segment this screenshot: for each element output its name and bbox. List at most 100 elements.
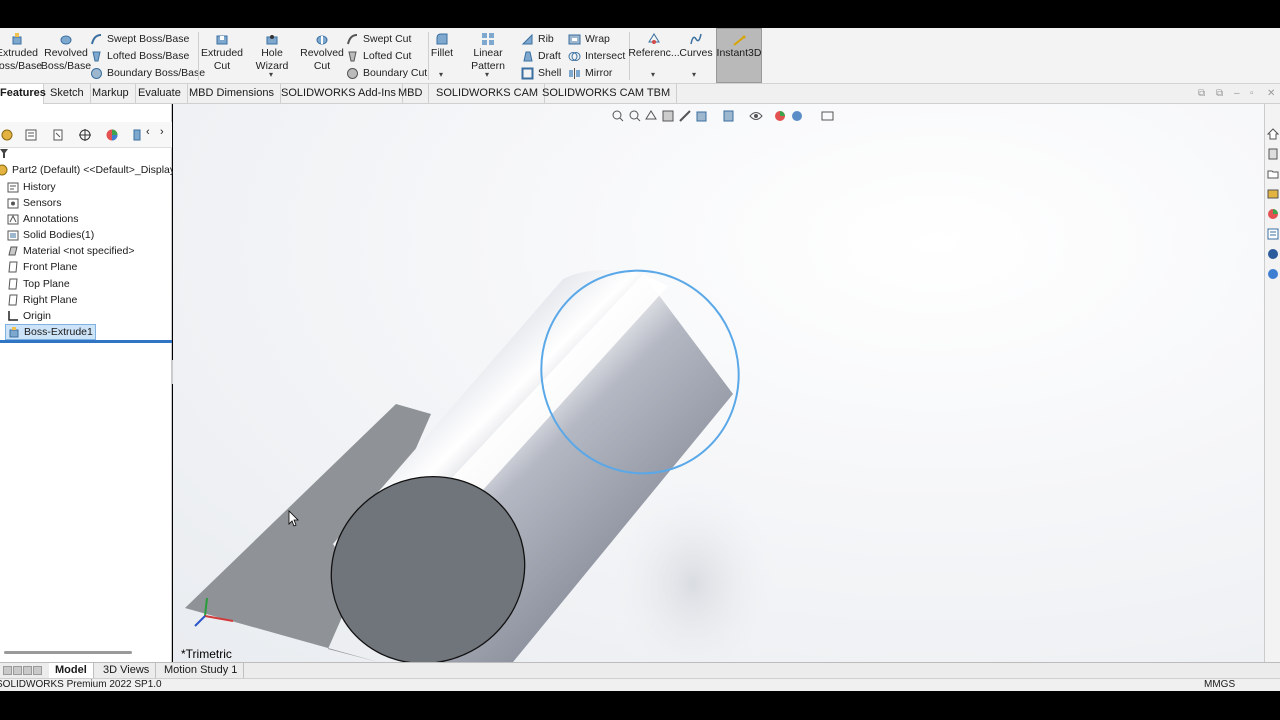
tree-item-top-plane[interactable]: Top Plane <box>7 276 70 292</box>
model-canvas <box>185 269 783 662</box>
tree-item-annotations[interactable]: Annotations <box>7 211 78 227</box>
custom-properties-icon[interactable] <box>1267 228 1279 240</box>
unit-system-selector[interactable]: MMGS <box>1204 679 1235 690</box>
mirror-label: Mirror <box>585 67 613 79</box>
revolved-cut-button[interactable]: Revolved Cut <box>300 32 344 73</box>
tree-item-material[interactable]: Material <not specified> <box>7 243 134 259</box>
lofted-boss-button[interactable]: Lofted Boss/Base <box>90 48 189 64</box>
minimize-icon[interactable]: – <box>1234 88 1240 99</box>
fillet-button[interactable]: Fillet <box>430 32 454 60</box>
tab-evaluate[interactable]: Evaluate <box>132 84 188 104</box>
tree-item-history[interactable]: History <box>7 179 56 195</box>
swept-cut-label: Swept Cut <box>363 33 412 45</box>
linear-pattern-dropdown[interactable]: ▾ <box>485 70 489 79</box>
title-bar-area <box>0 0 1280 28</box>
linear-pattern-button[interactable]: Linear Pattern <box>457 32 519 73</box>
tab-solidworks-add-ins[interactable]: SOLIDWORKS Add-Ins <box>275 84 403 104</box>
tree-item-solid-bodies[interactable]: Solid Bodies(1) <box>7 227 94 243</box>
curves-dropdown[interactable]: ▾ <box>692 70 696 79</box>
draft-button[interactable]: Draft <box>521 48 561 64</box>
tree-item-right-plane[interactable]: Right Plane <box>7 292 77 308</box>
boundary-boss-button[interactable]: Boundary Boss/Base <box>90 65 205 81</box>
rib-button[interactable]: Rib <box>521 31 554 47</box>
swept-boss-button[interactable]: Swept Boss/Base <box>90 31 189 47</box>
dimxpert-icon[interactable] <box>78 128 92 142</box>
curves-button[interactable]: Curves <box>679 32 713 60</box>
filter-icon <box>0 149 8 158</box>
configuration-manager-icon[interactable] <box>51 128 65 142</box>
hole-wizard-button[interactable]: Hole Wizard <box>245 32 299 73</box>
boundary-cut-button[interactable]: Boundary Cut <box>346 65 427 81</box>
tree-item-label: Front Plane <box>23 261 78 273</box>
tab-solidworks-cam[interactable]: SOLIDWORKS CAM <box>430 84 546 104</box>
previous-tab-arrow-icon[interactable] <box>13 666 22 675</box>
property-manager-icon[interactable] <box>24 128 38 142</box>
feature-manager-icon[interactable] <box>0 128 14 142</box>
task-pane-strip <box>1264 104 1280 662</box>
lofted-cut-button[interactable]: Lofted Cut <box>346 48 411 64</box>
display-manager-icon[interactable] <box>105 128 119 142</box>
cam-manager-icon[interactable] <box>131 128 145 142</box>
tab-solidworks-cam-tbm[interactable]: SOLIDWORKS CAM TBM <box>536 84 678 104</box>
tree-item-front-plane[interactable]: Front Plane <box>7 259 77 275</box>
tab-sketch[interactable]: Sketch <box>44 84 91 104</box>
tree-root-part[interactable]: Part2 (Default) <<Default>_Display S <box>0 162 185 178</box>
chevron-right-icon[interactable]: › <box>160 126 174 140</box>
tab-model[interactable]: Model <box>49 663 94 679</box>
reference-geometry-button[interactable]: Referenc... <box>628 32 680 60</box>
tab-markup[interactable]: Markup <box>86 84 136 104</box>
history-folder-icon <box>7 182 19 193</box>
tile-icon[interactable]: ⧉ <box>1216 88 1223 99</box>
plane-icon <box>8 294 18 306</box>
tab-motion-study-1[interactable]: Motion Study 1 <box>158 663 245 679</box>
tree-item-label: Origin <box>23 310 52 322</box>
graphics-area[interactable]: *Trimetric <box>173 104 1264 662</box>
origin-icon <box>8 311 18 321</box>
shell-button[interactable]: Shell <box>521 65 561 81</box>
instant3d-button[interactable]: Instant3D <box>716 28 762 83</box>
maximize-icon[interactable]: ▫ <box>1250 88 1254 99</box>
appearances-icon[interactable] <box>1267 208 1279 220</box>
solidworks-resources-icon[interactable] <box>1267 248 1279 260</box>
file-explorer-icon[interactable] <box>1267 168 1279 180</box>
horizontal-scrollbar[interactable] <box>4 651 132 654</box>
restore-tile-icon[interactable]: ⧉ <box>1198 88 1205 99</box>
filter-row[interactable] <box>0 146 16 162</box>
next-tab-arrow-icon[interactable] <box>23 666 32 675</box>
last-tab-arrow-icon[interactable] <box>33 666 42 675</box>
view-palette-icon[interactable] <box>1267 188 1279 200</box>
close-icon[interactable]: ✕ <box>1267 88 1275 99</box>
tab-mbd-dimensions[interactable]: MBD Dimensions <box>183 84 281 104</box>
revolved-boss-button[interactable]: Revolved Boss/Base <box>40 32 92 73</box>
instant3d-icon <box>733 35 746 46</box>
revolved-boss-label: Revolved Boss/Base <box>40 47 92 72</box>
tab-features[interactable]: Features <box>0 84 46 104</box>
fillet-dropdown[interactable]: ▾ <box>439 70 443 79</box>
extruded-boss-button[interactable]: Extruded Boss/Base <box>0 32 42 73</box>
hole-wizard-dropdown[interactable]: ▾ <box>269 70 273 79</box>
ribbon-divider <box>428 32 429 80</box>
reference-geometry-label: Referenc... <box>628 47 680 59</box>
extruded-cut-button[interactable]: Extruded Cut <box>201 32 243 73</box>
forum-icon[interactable] <box>1267 268 1279 280</box>
tree-item-boss-extrude1[interactable]: Boss-Extrude1 <box>5 324 96 340</box>
reference-geometry-dropdown[interactable]: ▾ <box>651 70 655 79</box>
curves-icon <box>690 33 702 45</box>
swept-cut-button[interactable]: Swept Cut <box>346 31 411 47</box>
wrap-button[interactable]: Wrap <box>568 31 610 47</box>
home-icon[interactable] <box>1267 128 1279 140</box>
mirror-button[interactable]: Mirror <box>568 65 612 81</box>
chevron-left-icon[interactable]: ‹ <box>146 126 160 140</box>
intersect-button[interactable]: Intersect <box>568 48 625 64</box>
linear-pattern-icon <box>482 33 494 45</box>
tab-3d-views[interactable]: 3D Views <box>97 663 157 679</box>
design-library-icon[interactable] <box>1267 148 1279 160</box>
draft-icon <box>523 51 533 61</box>
tree-item-origin[interactable]: Origin <box>7 308 51 324</box>
draft-label: Draft <box>538 50 561 62</box>
panel-splitter[interactable] <box>0 340 172 343</box>
tab-mbd[interactable]: MBD <box>392 84 430 104</box>
tree-item-sensors[interactable]: Sensors <box>7 195 62 211</box>
first-tab-arrow-icon[interactable] <box>3 666 12 675</box>
lofted-cut-label: Lofted Cut <box>363 50 412 62</box>
